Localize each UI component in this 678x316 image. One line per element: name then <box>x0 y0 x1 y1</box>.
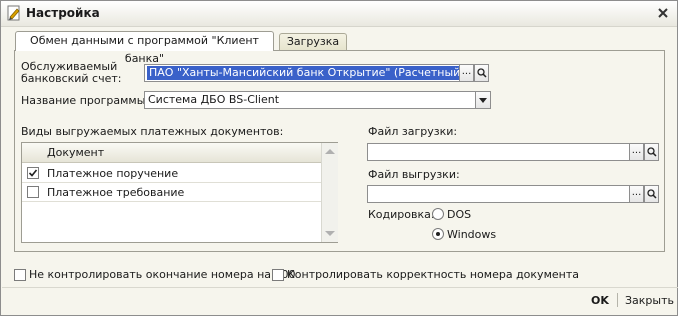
ok-button[interactable]: OK <box>591 294 609 307</box>
tab-exchange[interactable]: Обмен данными с программой "Клиент банка… <box>15 31 274 65</box>
checkmark-icon <box>28 169 38 177</box>
check-doc-number-checkbox[interactable] <box>272 269 284 281</box>
account-choose-button[interactable]: ... <box>459 64 474 82</box>
load-file-search-button[interactable] <box>644 143 659 161</box>
table-scrollbar[interactable] <box>321 143 338 242</box>
close-button[interactable]: Закрыть <box>625 294 674 307</box>
encoding-windows-radio[interactable] <box>432 228 444 240</box>
row-checkbox[interactable] <box>27 186 39 198</box>
load-file-input[interactable]: ... <box>367 143 659 161</box>
encoding-windows-label[interactable]: Windows <box>447 228 496 241</box>
column-header-document[interactable]: Документ <box>47 146 104 159</box>
table-row[interactable]: Платежное требование <box>22 183 321 202</box>
radio-dot <box>436 232 440 236</box>
export-file-input[interactable]: ... <box>367 185 659 203</box>
ellipsis-icon: ... <box>461 66 472 77</box>
program-value: Система ДБО BS-Client <box>148 93 280 106</box>
window-title: Настройка <box>26 6 100 20</box>
account-value: ПАО "Ханты-Мансийский банк Открытие" (Ра… <box>147 66 467 80</box>
load-file-choose-button[interactable]: ... <box>629 143 644 161</box>
title-bar: Настройка <box>1 1 677 27</box>
ellipsis-icon: ... <box>631 145 642 156</box>
app-icon <box>7 5 20 21</box>
scroll-up-icon[interactable] <box>325 149 335 154</box>
no-check-000-label[interactable]: Не контролировать окончание номера на 00… <box>29 268 296 281</box>
table-header: Документ <box>22 143 321 163</box>
no-check-000-checkbox[interactable] <box>14 269 26 281</box>
row-label: Платежное поручение <box>47 167 179 180</box>
footer-separator <box>617 293 618 307</box>
close-icon[interactable] <box>656 6 670 20</box>
settings-dialog: Настройка Обмен данными с программой "Кл… <box>0 0 678 316</box>
table-row[interactable]: Платежное поручение <box>22 164 321 183</box>
program-dropdown-button[interactable] <box>475 91 491 109</box>
encoding-dos-label[interactable]: DOS <box>447 208 471 221</box>
documents-table[interactable]: Документ Платежное поручение Платежное т… <box>21 142 338 243</box>
account-field[interactable]: ПАО "Ханты-Мансийский банк Открытие" (Ра… <box>144 64 489 82</box>
export-file-choose-button[interactable]: ... <box>629 185 644 203</box>
row-label: Платежное требование <box>47 186 185 199</box>
chevron-down-icon <box>479 98 487 103</box>
program-label: Название программы: <box>21 94 150 107</box>
ellipsis-icon: ... <box>631 187 642 198</box>
load-file-label: Файл загрузки: <box>368 125 458 138</box>
account-label-line2: банковский счет: <box>21 72 122 85</box>
encoding-dos-radio[interactable] <box>432 208 444 220</box>
encoding-label: Кодировка: <box>368 208 435 221</box>
scroll-down-icon[interactable] <box>325 231 335 236</box>
footer-divider <box>2 287 678 288</box>
documents-label: Виды выгружаемых платежных документов: <box>21 125 284 138</box>
tab-load[interactable]: Загрузка <box>279 33 347 51</box>
search-icon <box>477 68 487 78</box>
search-icon <box>647 147 657 157</box>
account-search-button[interactable] <box>474 64 489 82</box>
check-doc-number-label[interactable]: Контролировать корректность номера докум… <box>287 268 579 281</box>
export-file-search-button[interactable] <box>644 185 659 203</box>
export-file-label: Файл выгрузки: <box>368 168 460 181</box>
row-checkbox[interactable] <box>27 167 39 179</box>
search-icon <box>647 189 657 199</box>
program-select[interactable]: Система ДБО BS-Client <box>144 91 491 109</box>
